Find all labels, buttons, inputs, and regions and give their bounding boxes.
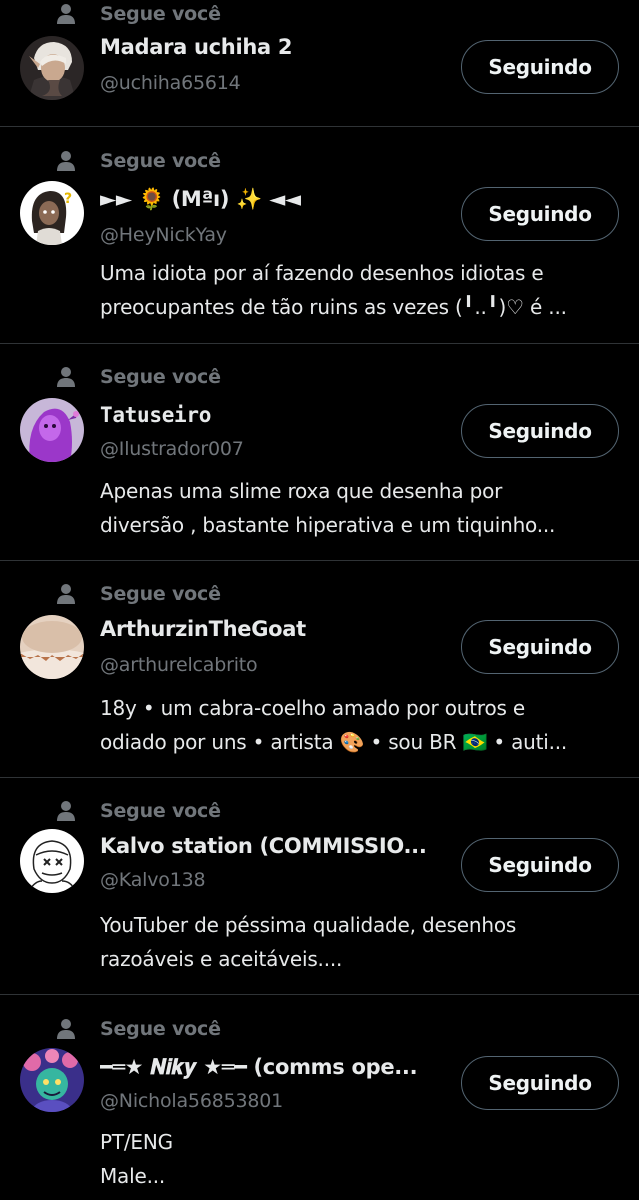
avatar[interactable] [20, 615, 84, 679]
bio-line: diversão , bastante hiperativa e um tiqu… [100, 513, 556, 537]
display-name[interactable]: Kalvo station (COMMISSIO... [100, 834, 427, 858]
follows-you-indicator: Segue você [56, 582, 221, 606]
person-icon [56, 3, 76, 25]
bio: 18y • um cabra-coelho amado por outros e… [100, 691, 620, 759]
display-name[interactable]: ►► 🌻 (Mªı) ✨ ◄◄ [100, 187, 301, 212]
person-icon [56, 366, 76, 388]
bio: Apenas uma slime roxa que desenha por di… [100, 474, 620, 542]
bio-line: Apenas uma slime roxa que desenha por [100, 479, 503, 503]
person-icon [56, 150, 76, 172]
follows-you-label: Segue você [100, 366, 221, 388]
bio-line: Uma idiota por aí fazendo desenhos idiot… [100, 261, 544, 285]
bio-line: razoáveis e aceitáveis.... [100, 947, 343, 971]
bio-line: YouTuber de péssima qualidade, desenhos [100, 913, 517, 937]
following-button[interactable]: Seguindo [461, 40, 619, 94]
bio: Uma idiota por aí fazendo desenhos idiot… [100, 256, 620, 324]
follows-you-label: Segue você [100, 583, 221, 605]
bio: PT/ENG Male... [100, 1125, 620, 1193]
follower-item[interactable]: Segue você Tatuseiro @Ilustrador007 Segu… [0, 344, 639, 561]
following-button[interactable]: Seguindo [461, 1056, 619, 1110]
bio: YouTuber de péssima qualidade, desenhos … [100, 908, 620, 976]
display-name[interactable]: ArthurzinTheGoat [100, 617, 306, 641]
follower-item[interactable]: Segue você Madara uchiha 2 @uchiha65614 … [0, 0, 639, 127]
display-name[interactable]: Tatuseiro [100, 403, 211, 427]
follows-you-indicator: Segue você [56, 799, 221, 823]
display-name[interactable]: Madara uchiha 2 [100, 35, 292, 59]
follows-you-label: Segue você [100, 150, 221, 172]
bio-line: 18y • um cabra-coelho amado por outros e [100, 696, 525, 720]
avatar[interactable] [20, 398, 84, 462]
follows-you-label: Segue você [100, 3, 221, 25]
follows-you-label: Segue você [100, 1018, 221, 1040]
bio-line: Male... [100, 1164, 166, 1188]
avatar[interactable] [20, 1048, 84, 1112]
following-button[interactable]: Seguindo [461, 838, 619, 892]
bio-line: odiado por uns • artista 🎨 • sou BR 🇧🇷 •… [100, 730, 568, 754]
username-handle[interactable]: @Nichola56853801 [100, 1090, 283, 1112]
follower-item[interactable]: Segue você ArthurzinTheGoat @arthurelcab… [0, 561, 639, 778]
follower-item[interactable]: Segue você Kalvo station (COMMISSIO... @… [0, 778, 639, 995]
person-icon [56, 800, 76, 822]
username-handle[interactable]: @arthurelcabrito [100, 654, 258, 676]
follows-you-indicator: Segue você [56, 2, 221, 26]
follower-item[interactable]: Segue você ? ►► 🌻 (Mªı) ✨ ◄◄ @HeyNickYay… [0, 127, 639, 344]
following-button[interactable]: Seguindo [461, 620, 619, 674]
follows-you-indicator: Segue você [56, 149, 221, 173]
following-button[interactable]: Seguindo [461, 187, 619, 241]
display-name[interactable]: ━═★ 𝑵𝒊𝒌𝒚 ★═━ (comms ope... [100, 1055, 417, 1080]
person-icon [56, 583, 76, 605]
svg-text:?: ? [64, 191, 72, 207]
username-handle[interactable]: @Ilustrador007 [100, 438, 244, 460]
username-handle[interactable]: @HeyNickYay [100, 224, 227, 246]
avatar[interactable] [20, 36, 84, 100]
username-handle[interactable]: @Kalvo138 [100, 869, 206, 891]
avatar[interactable]: ? [20, 181, 84, 245]
following-button[interactable]: Seguindo [461, 404, 619, 458]
follows-you-label: Segue você [100, 800, 221, 822]
follows-you-indicator: Segue você [56, 365, 221, 389]
avatar[interactable] [20, 829, 84, 893]
bio-line: preocupantes de tão ruins as vezes (╹..╹… [100, 295, 567, 319]
person-icon [56, 1018, 76, 1040]
follows-you-indicator: Segue você [56, 1017, 221, 1041]
bio-line: PT/ENG [100, 1130, 173, 1154]
follower-item[interactable]: Segue você ━═★ 𝑵𝒊𝒌𝒚 ★═━ (comms ope... @N… [0, 995, 639, 1200]
username-handle[interactable]: @uchiha65614 [100, 72, 241, 94]
